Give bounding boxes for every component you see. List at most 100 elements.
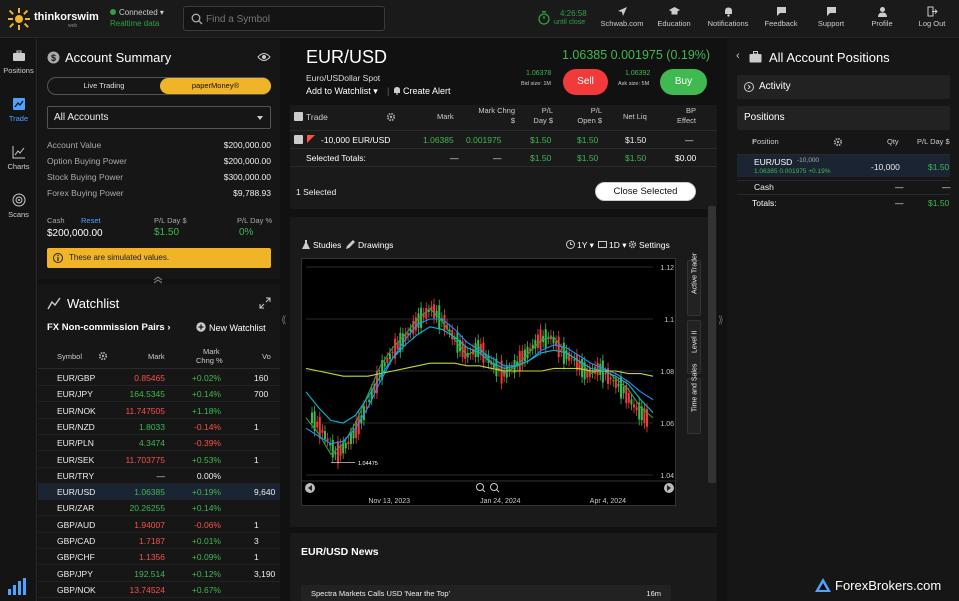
wl-mark: 1.06385 (134, 487, 165, 498)
watchlist-row[interactable]: EUR/NZD 1.8033 -0.14% 1 (38, 419, 280, 435)
nav-education[interactable]: Education (652, 6, 696, 32)
rp-col-position[interactable]: Position ↑ (752, 137, 779, 146)
leftnav-scans[interactable]: Scans (0, 193, 37, 219)
candle-body (365, 406, 368, 408)
live-trading-option[interactable]: Live Trading (48, 78, 160, 94)
center-scrollbar[interactable] (708, 206, 716, 483)
watchlist-row[interactable]: EUR/TRY — 0.00% (38, 468, 280, 484)
watchlist-row[interactable]: EUR/USD 1.06385 +0.19% 9,640 (38, 484, 280, 501)
rp-col-qty[interactable]: Qty (887, 137, 899, 146)
search-input[interactable] (206, 10, 376, 28)
rp-position-row[interactable]: EUR/USD -10,000 1.06385 0.001975 +0.19% … (737, 154, 950, 177)
eye-icon[interactable] (257, 52, 271, 62)
tab-time-and-sales[interactable]: Time and Sales (687, 364, 701, 434)
tab-active-trader[interactable]: Active Trader (687, 253, 701, 316)
rp-col-pl[interactable]: P/L Day $ (917, 137, 950, 146)
buy-button[interactable]: Buy (660, 69, 707, 95)
watchlist-row[interactable]: GBP/JPY 192.514 +0.12% 3,190 (38, 566, 280, 582)
back-chevron-icon[interactable]: ‹ (736, 50, 740, 62)
leftnav-positions[interactable]: Positions (0, 49, 37, 75)
watchlist-row[interactable]: GBP/CAD 1.7187 +0.01% 3 (38, 533, 280, 549)
gear-icon[interactable] (833, 137, 843, 147)
col-volume[interactable]: Vo (262, 352, 271, 361)
collapse-handle-icon[interactable] (152, 276, 164, 284)
new-watchlist-button[interactable]: New Watchlist (196, 322, 266, 333)
thinkorswim-logo[interactable]: thinkorswim web (8, 6, 99, 32)
gear-icon[interactable] (98, 351, 108, 361)
sell-button[interactable]: Sell (563, 69, 608, 95)
col-mark[interactable]: Mark (148, 352, 165, 361)
wl-mark: 1.94007 (134, 519, 165, 530)
gear-icon[interactable] (386, 112, 396, 122)
watchlist-row[interactable]: GBP/CHF 1.1356 +0.09% 1 (38, 549, 280, 566)
watchlist-name[interactable]: FX Non-commission Pairs › (47, 322, 171, 333)
create-alert-button[interactable]: Create Alert (393, 86, 451, 96)
wl-mark: 164.5345 (129, 389, 165, 400)
wl-chng: +1.18% (191, 405, 221, 416)
gear-icon (628, 240, 637, 249)
wl-symbol: EUR/TRY (57, 470, 95, 481)
candle-body (349, 433, 352, 444)
watchlist-row[interactable]: EUR/JPY 164.5345 +0.14% 700 (38, 386, 280, 403)
close-selected-button[interactable]: Close Selected (595, 182, 696, 201)
account-select[interactable]: All Accounts (47, 106, 271, 129)
studies-button[interactable]: Studies (302, 240, 341, 250)
top-bar: thinkorswim web Connected ▾ Realtime dat… (0, 0, 959, 38)
account-select-value: All Accounts (54, 112, 109, 123)
trading-mode-toggle[interactable]: Live Trading paperMoney® (47, 77, 271, 95)
news-item[interactable]: Spectra Markets Calls USD 'Near the Top'… (301, 585, 671, 601)
left-splitter[interactable]: ⟪ (280, 39, 290, 601)
profile-icon (877, 7, 887, 17)
watchlist-row[interactable]: EUR/PLN 4.3474 -0.39% (38, 435, 280, 452)
candle-body (570, 358, 573, 360)
nav-profile[interactable]: Profile (866, 6, 898, 32)
price-chart[interactable]: 1.12 1.1 1.08 1.06 1.04 1.04475 Nov 13, 2023 Ja… (301, 258, 677, 506)
col-chng-pct[interactable]: Chng % (196, 356, 223, 365)
add-to-watchlist[interactable]: Add to Watchlist ▾ (306, 86, 378, 97)
col-symbol[interactable]: Symbol (57, 352, 82, 361)
candle-body (321, 429, 324, 433)
th-mark-chng: Mark Chng $ (478, 106, 515, 125)
reset-link[interactable]: Reset (81, 216, 101, 225)
row-checkbox[interactable] (294, 135, 303, 144)
select-all-checkbox[interactable] (294, 112, 303, 121)
expand-icon[interactable] (259, 297, 271, 309)
nav-schwab[interactable]: Schwab.com (598, 6, 646, 32)
row-value: $9,788.93 (233, 188, 271, 198)
watchlist-row[interactable]: GBP/AUD 1.94007 -0.06% 1 (38, 517, 280, 533)
nav-feedback[interactable]: Feedback (762, 6, 800, 32)
watchlist-row[interactable]: EUR/ZAR 20.26255 +0.14% (38, 500, 280, 517)
leftnav-trade[interactable]: Trade (0, 97, 37, 123)
candle-body (388, 353, 391, 360)
watchlist-row[interactable]: EUR/GBP 0.85465 +0.02% 160 (38, 370, 280, 386)
rp-pct-value: +0.19% (808, 168, 831, 175)
th-pl-day: P/L Day $ (533, 106, 553, 125)
watchlist-row[interactable]: EUR/SEK 11.703775 +0.53% 1 (38, 452, 280, 468)
activity-section[interactable]: Activity (737, 75, 950, 99)
interval-select[interactable]: 1D ▾ (598, 240, 627, 251)
leftnav-charts[interactable]: Charts (0, 145, 37, 171)
clock-time: 4:26:58 (560, 9, 587, 18)
position-row[interactable]: -10,000 EUR/USD 1.06385 0.001975 $1.50 $… (290, 131, 717, 149)
col-mark-chng[interactable]: Mark (203, 347, 220, 356)
nav-logout[interactable]: Log Out (915, 6, 949, 32)
range-select[interactable]: 1Y ▾ (566, 240, 594, 251)
dollar-circle-icon: $ (47, 51, 60, 64)
watchlist-row[interactable]: GBP/NOK 13.74524 +0.67% (38, 582, 280, 598)
rp-totals-label: Totals: (752, 198, 777, 208)
sun-logo-icon (8, 8, 30, 30)
position-mark: 1.06385 (423, 135, 454, 145)
chart-settings-button[interactable]: Settings (628, 240, 670, 250)
watchlist-row[interactable]: EUR/NOK 11.747505 +1.18% (38, 403, 280, 419)
nav-notifications[interactable]: Notifications (703, 6, 753, 32)
right-splitter[interactable]: ⟫ (717, 39, 727, 601)
rp-cash-row: Cash — — (737, 180, 951, 194)
symbol-search[interactable] (183, 6, 385, 31)
nav-support[interactable]: Support (814, 6, 848, 32)
candle-body (557, 336, 560, 358)
positions-section[interactable]: Positions (737, 106, 950, 130)
divider: | (387, 86, 390, 96)
connection-status[interactable]: Connected ▾ Realtime data (110, 8, 164, 28)
drawings-button[interactable]: Drawings (346, 240, 393, 250)
paper-money-option[interactable]: paperMoney® (160, 78, 271, 94)
